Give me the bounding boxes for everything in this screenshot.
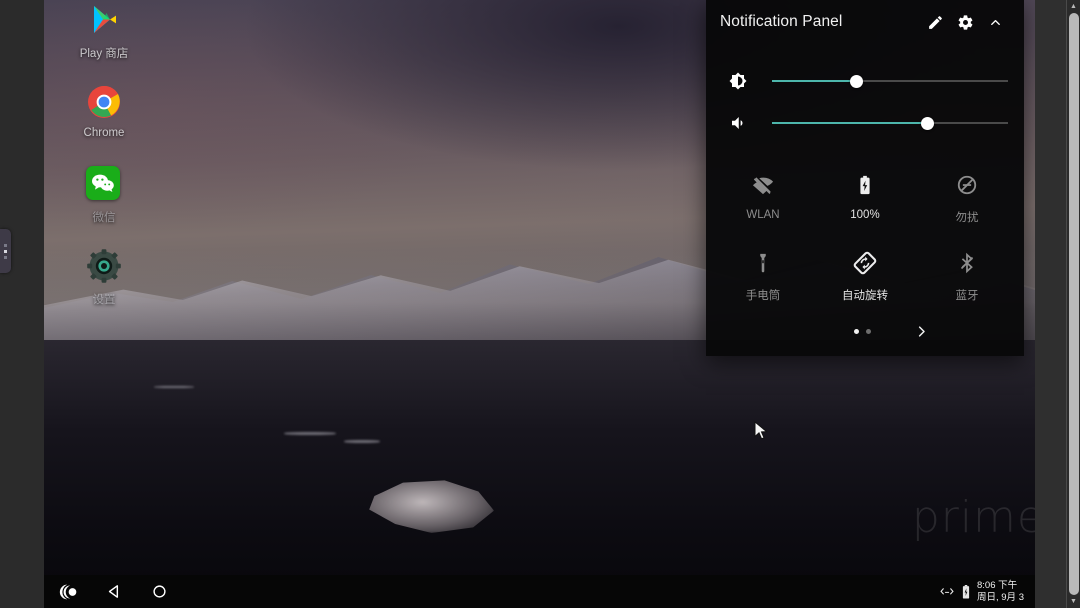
pencil-icon [928, 15, 942, 29]
settings-icon [86, 248, 122, 284]
tile-label: 自动旋转 [841, 290, 888, 302]
scroll-up-button[interactable]: ▲ [1067, 0, 1080, 13]
tile-wlan[interactable]: WLAN [712, 162, 814, 240]
notification-panel-header: Notification Panel [706, 0, 1024, 44]
panel-pager [706, 320, 1024, 342]
mouse-cursor [754, 421, 768, 440]
app-label: Chrome [83, 127, 125, 139]
app-icon-wechat[interactable]: 微信 [44, 166, 164, 248]
chevron-right-icon [918, 325, 925, 337]
scroll-down-button[interactable]: ▼ [1067, 595, 1080, 608]
wallpaper-glint [284, 432, 336, 435]
brightness-slider-track[interactable] [772, 74, 1008, 88]
home-circle-icon [152, 585, 166, 598]
scrollbar-thumb[interactable] [1068, 13, 1079, 595]
next-page-button[interactable] [908, 318, 934, 344]
clock-time: 8:06 下午 [977, 580, 1018, 591]
tile-label: 蓝牙 [955, 290, 979, 302]
tile-label: 100% [850, 209, 880, 221]
assistant-button[interactable] [56, 579, 82, 605]
system-tray[interactable]: 8:06 下午 周日, 9月 3 [939, 580, 1035, 603]
brightness-slider-fill [772, 80, 857, 82]
clock-date: 周日, 9月 3 [977, 591, 1024, 603]
window-scrollbar[interactable]: ▲ ▼ [1066, 0, 1080, 608]
brightness-slider-row[interactable] [720, 60, 1010, 102]
panel-title: Notification Panel [720, 13, 843, 30]
page-dot-1[interactable] [853, 328, 859, 334]
wallpaper-foreground [44, 340, 1035, 608]
tile-do-not-disturb[interactable]: 勿扰 [916, 162, 1018, 240]
os-watermark: prime [911, 492, 1035, 543]
volume-slider-track[interactable] [772, 116, 1008, 130]
page-dot-2[interactable] [865, 328, 871, 334]
screen: prime Play 商店 Chrome 微信 设置 Notification … [0, 0, 1080, 608]
page-dots [853, 328, 871, 334]
chevron-up-icon [990, 19, 1000, 25]
settings-button[interactable] [950, 7, 980, 37]
play-store-icon [86, 2, 122, 38]
tile-auto-rotate[interactable]: 自动旋转 [814, 240, 916, 318]
volume-slider-row[interactable] [720, 102, 1010, 144]
auto-rotate-icon [853, 250, 877, 276]
app-icon-settings[interactable]: 设置 [44, 248, 164, 330]
brightness-icon [720, 72, 756, 90]
quick-settings-tiles: WLAN 100% 勿扰 手电筒 自动旋转 蓝牙 [706, 148, 1024, 318]
assistant-icon [59, 584, 77, 599]
tile-label: 手电筒 [745, 290, 781, 302]
brightness-slider-knob[interactable] [850, 74, 864, 88]
back-button[interactable] [101, 579, 127, 605]
edge-handle-grip-icon [4, 249, 7, 253]
quick-sliders [706, 44, 1024, 148]
app-label: 设置 [92, 294, 116, 306]
app-label: Play 商店 [79, 48, 129, 60]
bluetooth-off-icon [956, 250, 978, 276]
battery-charging-icon [854, 172, 876, 198]
wallpaper-glint [154, 386, 194, 388]
volume-slider-knob[interactable] [921, 116, 935, 130]
ethernet-icon[interactable] [939, 586, 955, 598]
back-triangle-icon [108, 585, 118, 598]
left-gutter [0, 0, 44, 608]
app-icon-column: Play 商店 Chrome 微信 设置 [44, 2, 164, 330]
volume-slider-fill [772, 122, 928, 124]
gear-icon [958, 14, 972, 30]
navigation-bar: 8:06 下午 周日, 9月 3 [44, 575, 1035, 608]
volume-icon [720, 114, 756, 132]
battery-icon[interactable] [962, 584, 970, 599]
edit-button[interactable] [920, 7, 950, 37]
do-not-disturb-off-icon [956, 172, 978, 198]
tile-flashlight[interactable]: 手电筒 [712, 240, 814, 318]
tile-label: WLAN [746, 209, 780, 221]
app-label: 微信 [92, 212, 116, 224]
tile-battery[interactable]: 100% [814, 162, 916, 240]
app-icon-chrome[interactable]: Chrome [44, 84, 164, 166]
home-button[interactable] [146, 579, 172, 605]
notification-panel[interactable]: Notification Panel WLAN 100% 勿扰 手电筒 自动旋转… [706, 0, 1024, 356]
tile-bluetooth[interactable]: 蓝牙 [916, 240, 1018, 318]
collapse-button[interactable] [980, 7, 1010, 37]
clock[interactable]: 8:06 下午 周日, 9月 3 [977, 580, 1024, 603]
nav-buttons [44, 579, 172, 605]
wallpaper-glint [344, 440, 380, 443]
app-icon-play-store[interactable]: Play 商店 [44, 2, 164, 84]
wifi-off-icon [752, 172, 774, 198]
tile-label: 勿扰 [955, 212, 979, 224]
chrome-icon [86, 84, 122, 120]
edge-handle[interactable] [0, 229, 11, 273]
wechat-icon [86, 166, 122, 202]
flashlight-icon [752, 250, 774, 276]
scrollbar-track[interactable] [1067, 13, 1080, 595]
